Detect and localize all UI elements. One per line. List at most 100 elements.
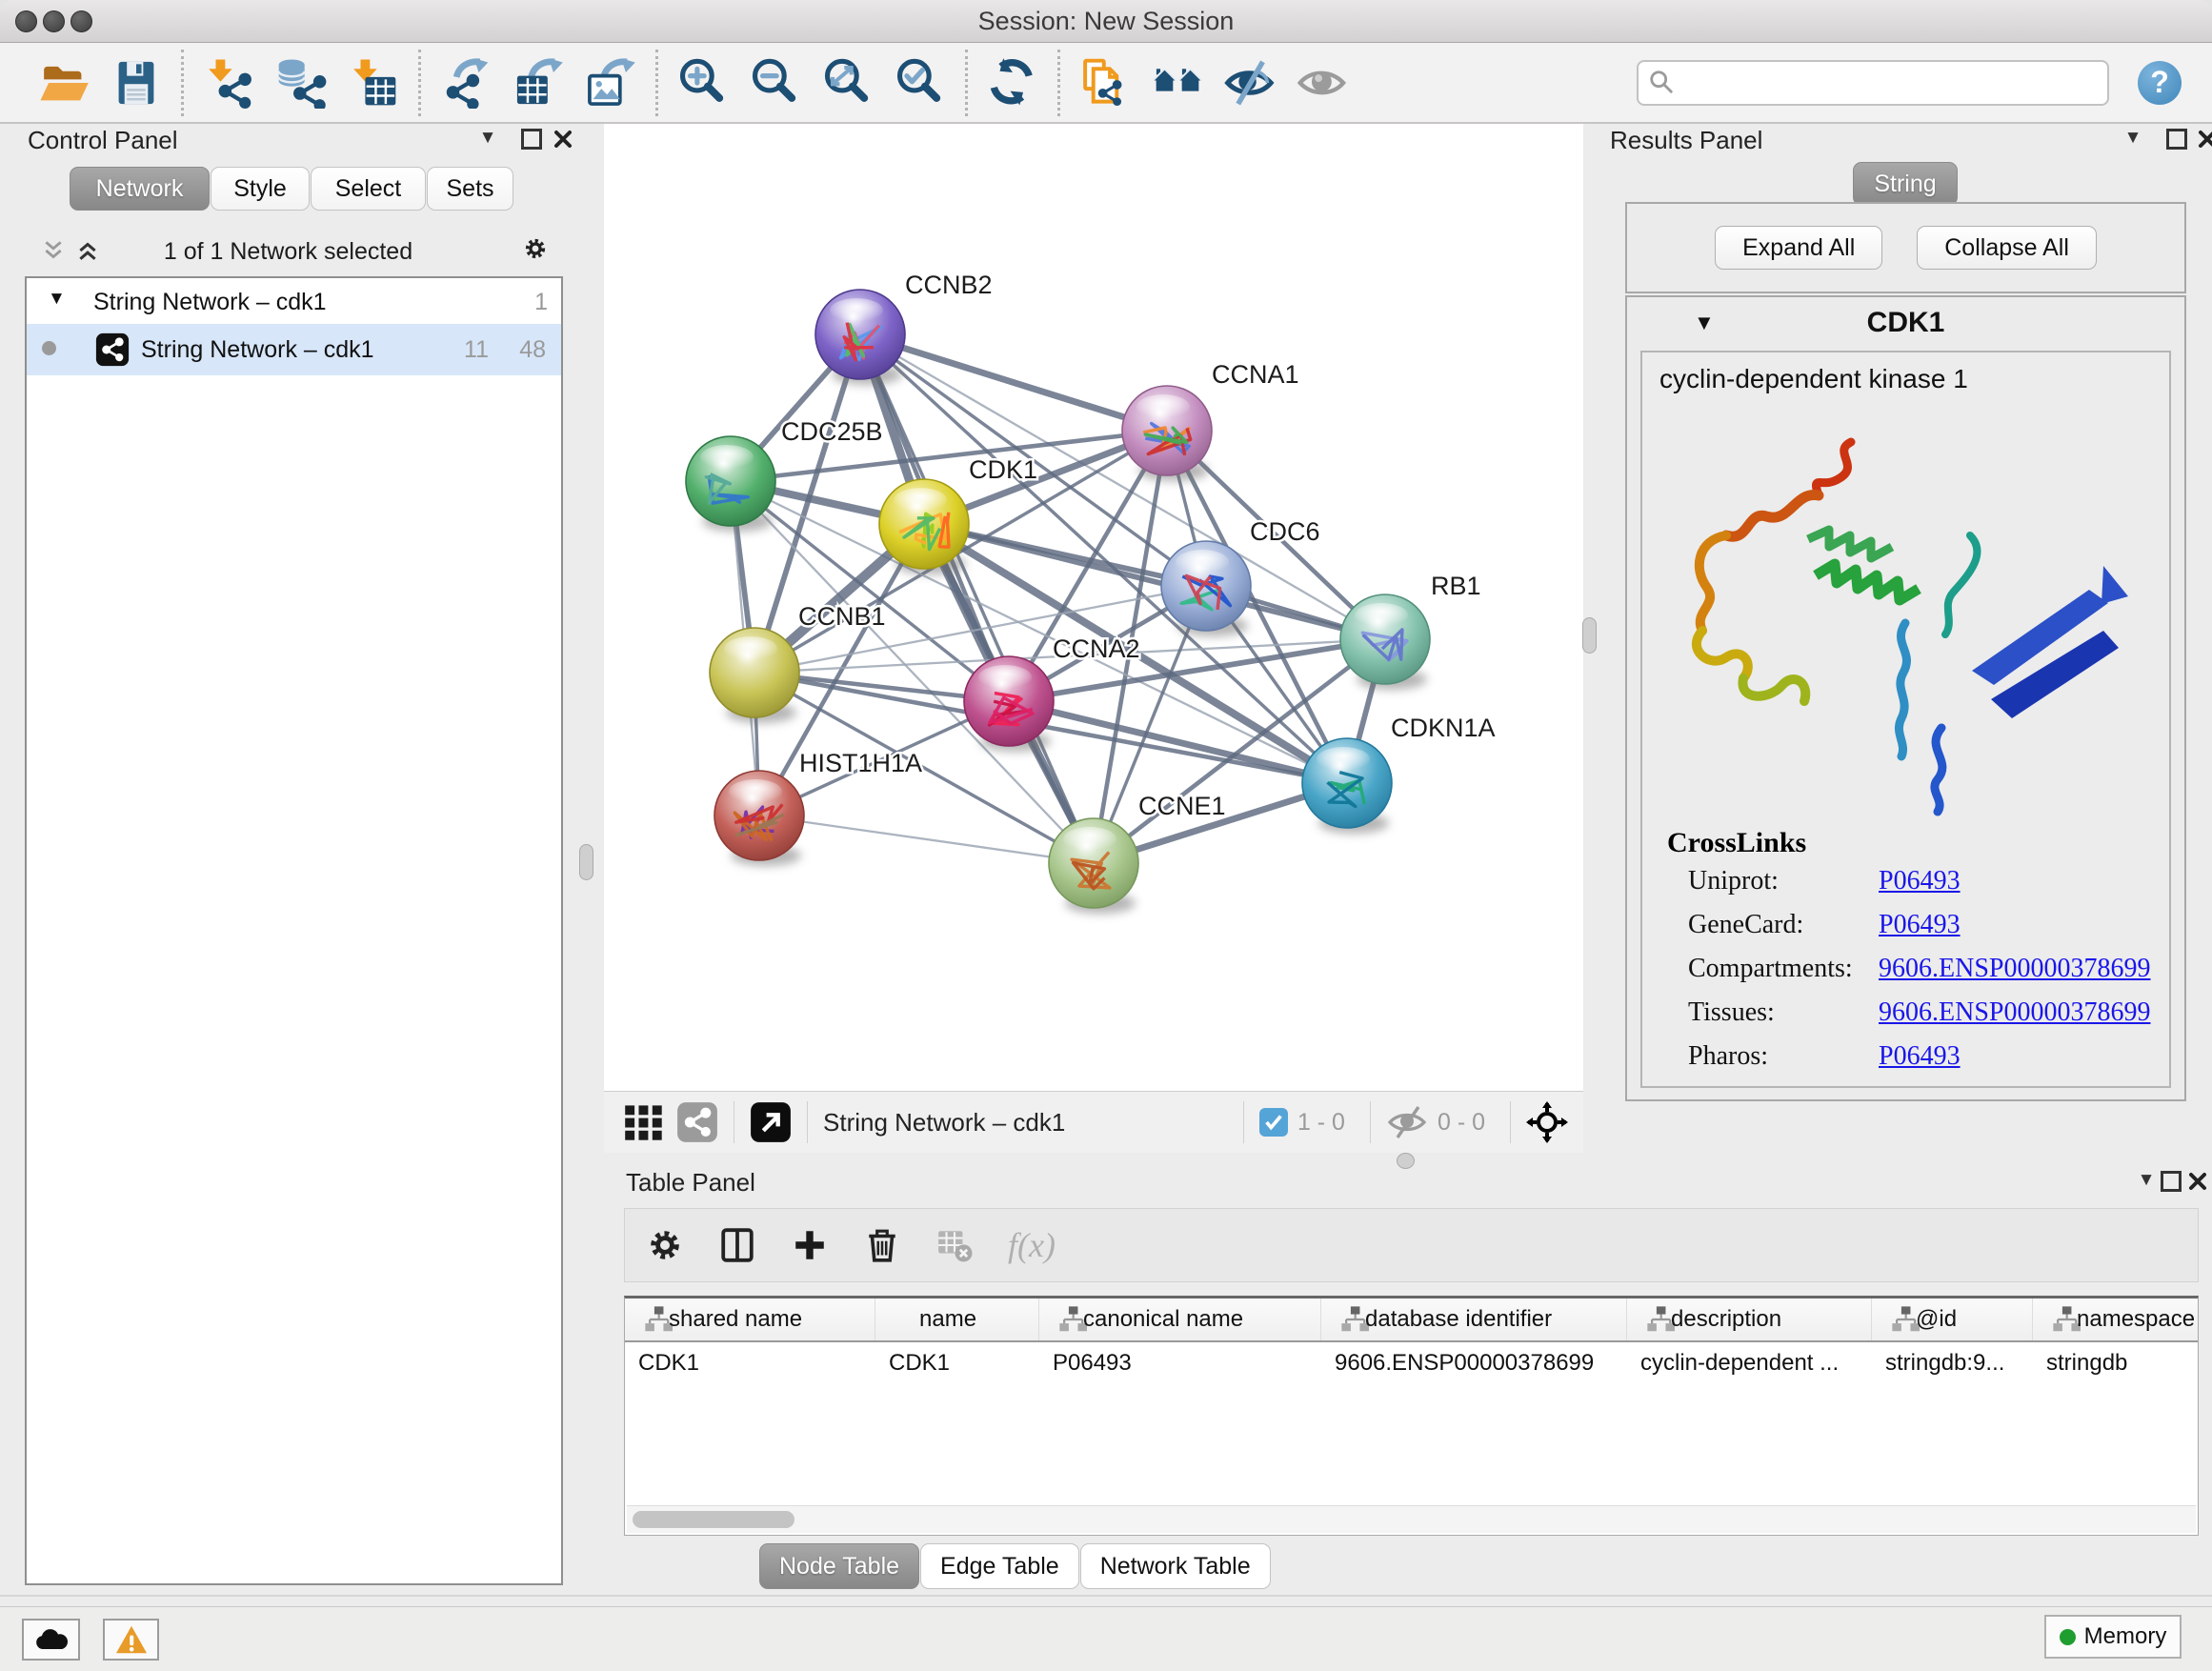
hidden-eye-icon: [1386, 1101, 1428, 1143]
birds-eye-view-icon[interactable]: [623, 1101, 665, 1143]
float-panel-icon[interactable]: [2164, 127, 2189, 151]
tab-sets[interactable]: Sets: [427, 167, 513, 211]
collection-count: 1: [534, 289, 548, 316]
network-options-gear-icon[interactable]: [523, 236, 548, 261]
tab-node-table[interactable]: Node Table: [759, 1543, 919, 1589]
network-node-HIST1H1A[interactable]: [714, 771, 804, 866]
crosslink-value-link[interactable]: 9606.ENSP00000378699: [1879, 954, 2150, 984]
table-cell: CDK1: [625, 1342, 875, 1384]
tab-edge-table[interactable]: Edge Table: [920, 1543, 1079, 1589]
crosslink-value-link[interactable]: P06493: [1879, 910, 1961, 940]
collection-disclosure-icon[interactable]: ▼: [48, 289, 66, 310]
collection-label: String Network – cdk1: [93, 289, 327, 316]
add-row-button[interactable]: [791, 1226, 829, 1264]
search-input[interactable]: [1682, 64, 2100, 102]
close-panel-icon[interactable]: [2195, 127, 2212, 151]
gene-header-row[interactable]: ▼ CDK1: [1627, 297, 2184, 351]
zoom-out-button[interactable]: [746, 52, 805, 113]
left-splitter-handle[interactable]: [579, 844, 593, 880]
zoom-fit-button[interactable]: [818, 52, 877, 113]
tab-network-table[interactable]: Network Table: [1080, 1543, 1271, 1589]
pan-crosshair-icon[interactable]: [1526, 1101, 1568, 1143]
memory-button[interactable]: Memory: [2044, 1615, 2182, 1659]
collapse-all-button[interactable]: Collapse All: [1917, 226, 2097, 270]
show-all-button[interactable]: [1293, 52, 1352, 113]
application-window: Session: New Session ? Control Panel ▼ N…: [0, 0, 2212, 1671]
hide-selected-button[interactable]: [1220, 52, 1279, 113]
protein-structure-image: [1656, 413, 2151, 823]
float-panel-icon[interactable]: [519, 127, 544, 151]
save-session-button[interactable]: [107, 52, 166, 113]
close-panel-icon[interactable]: [2185, 1169, 2210, 1194]
network-row[interactable]: String Network – cdk1 11 48: [27, 324, 561, 375]
horizontal-scrollbar[interactable]: [627, 1505, 2196, 1533]
tab-string[interactable]: String: [1853, 162, 1958, 204]
cloud-button[interactable]: [22, 1619, 80, 1661]
svg-text:HIST1H1A: HIST1H1A: [799, 749, 922, 777]
panel-menu-icon[interactable]: ▼: [475, 126, 500, 151]
crosslink-value-link[interactable]: P06493: [1879, 1041, 1961, 1072]
column-header-@id[interactable]: @id: [1872, 1299, 2033, 1340]
float-panel-icon[interactable]: [2159, 1169, 2183, 1194]
tab-network[interactable]: Network: [70, 167, 210, 211]
panel-menu-icon[interactable]: ▼: [2134, 1168, 2159, 1193]
new-network-from-selection-button[interactable]: [1076, 52, 1135, 113]
column-header-database-identifier[interactable]: database identifier: [1321, 1299, 1627, 1340]
column-type-icon: [634, 1305, 663, 1334]
network-edges[interactable]: [731, 334, 1385, 863]
import-network-button[interactable]: [199, 52, 258, 113]
settings-button[interactable]: [646, 1226, 684, 1264]
string-network-icon[interactable]: [676, 1101, 718, 1143]
zoom-in-button[interactable]: [674, 52, 733, 113]
table-row[interactable]: CDK1CDK1P064939606.ENSP00000378699cyclin…: [625, 1342, 2198, 1384]
network-node-CCNA2[interactable]: [964, 656, 1054, 752]
import-database-button[interactable]: [271, 52, 331, 113]
column-header-shared-name[interactable]: shared name: [625, 1299, 875, 1340]
memory-label: Memory: [2084, 1623, 2167, 1650]
network-node-CDKN1A[interactable]: [1302, 738, 1392, 834]
column-header-name[interactable]: name: [875, 1299, 1039, 1340]
network-node-CDC25B[interactable]: [686, 436, 775, 532]
network-node-RB1[interactable]: [1340, 594, 1430, 690]
help-button[interactable]: ?: [2138, 61, 2182, 105]
network-node-CCNA1[interactable]: [1122, 386, 1212, 481]
column-header-canonical-name[interactable]: canonical name: [1039, 1299, 1321, 1340]
main-toolbar: ?: [0, 43, 2212, 124]
expand-all-button[interactable]: Expand All: [1715, 226, 1882, 270]
detach-view-icon[interactable]: [750, 1101, 792, 1143]
import-table-button[interactable]: [344, 52, 403, 113]
column-header-description[interactable]: description: [1627, 1299, 1872, 1340]
column-type-icon: [1881, 1305, 1910, 1334]
tab-select[interactable]: Select: [311, 167, 426, 211]
selected-checkbox-icon[interactable]: [1259, 1108, 1288, 1137]
first-neighbors-button[interactable]: [1148, 52, 1207, 113]
crosslink-value-link[interactable]: P06493: [1879, 866, 1961, 896]
network-node-CCNE1[interactable]: [1049, 818, 1138, 914]
network-canvas[interactable]: CCNB2CCNA1CDC25BCDK1CDC6RB1CCNB1CCNA2CDK…: [604, 124, 1583, 1091]
export-image-button[interactable]: [581, 52, 640, 113]
delete-table-button[interactable]: [935, 1226, 974, 1264]
export-table-button[interactable]: [509, 52, 568, 113]
warning-button[interactable]: [103, 1619, 159, 1661]
open-session-button[interactable]: [34, 52, 93, 113]
tab-style[interactable]: Style: [211, 167, 310, 211]
show-columns-button[interactable]: [718, 1226, 756, 1264]
refresh-button[interactable]: [983, 52, 1042, 113]
crosslink-label: Compartments:: [1667, 954, 1879, 984]
panel-menu-icon[interactable]: ▼: [2121, 126, 2145, 151]
close-panel-icon[interactable]: [551, 127, 575, 151]
delete-row-button[interactable]: [863, 1226, 901, 1264]
export-network-button[interactable]: [436, 52, 495, 113]
gene-symbol: CDK1: [1627, 307, 2184, 339]
network-view-title: String Network – cdk1: [823, 1108, 1228, 1137]
crosslink-value-link[interactable]: 9606.ENSP00000378699: [1879, 997, 2150, 1028]
network-collection-row[interactable]: ▼ String Network – cdk1 1: [27, 278, 561, 324]
column-header-namespace[interactable]: namespace: [2033, 1299, 2199, 1340]
network-node-CCNB1[interactable]: [710, 628, 799, 723]
scrollbar-thumb[interactable]: [633, 1511, 794, 1528]
string-app-icon: [95, 332, 130, 367]
toolbar-separator: [965, 50, 968, 116]
string-network-graph[interactable]: CCNB2CCNA1CDC25BCDK1CDC6RB1CCNB1CCNA2CDK…: [604, 124, 1583, 1091]
function-builder-button[interactable]: f(x): [1008, 1225, 1056, 1265]
zoom-selected-button[interactable]: [891, 52, 950, 113]
